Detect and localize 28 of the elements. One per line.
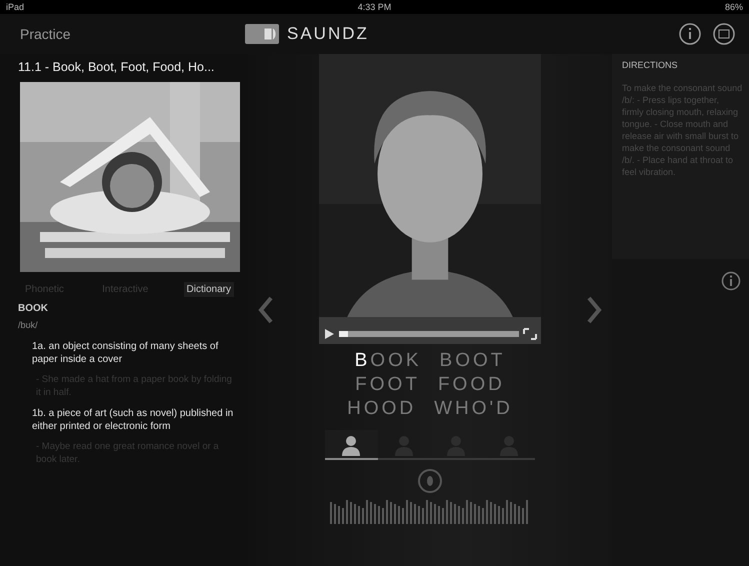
practice-word[interactable]: FOOD <box>438 374 505 396</box>
info-icon[interactable] <box>721 271 741 291</box>
info-icon[interactable] <box>679 23 701 45</box>
record-button-icon[interactable] <box>417 468 443 494</box>
speaker-tab[interactable] <box>325 430 378 460</box>
play-icon[interactable] <box>323 328 335 340</box>
phonetic-text: /bʊk/ <box>18 320 39 330</box>
directions-title: DIRECTIONS <box>622 60 679 70</box>
practice-word[interactable]: WHO'D <box>434 398 513 420</box>
practice-word[interactable]: BOOK <box>354 350 422 372</box>
logo-text: SAUNDZ <box>287 24 369 44</box>
tab[interactable]: Dictionary <box>184 282 234 297</box>
practice-word[interactable]: BOOT <box>440 350 506 372</box>
carrier: iPad <box>6 2 24 12</box>
back-link[interactable]: Practice <box>20 26 245 42</box>
fullscreen-icon[interactable] <box>523 328 537 340</box>
definition-text: 1b. a piece of art (such as novel) published in either printed or electronic form <box>32 407 234 433</box>
practice-word[interactable]: FOOT <box>355 374 420 396</box>
practice-word[interactable]: HOOD <box>347 398 416 420</box>
speaker-logo-icon <box>245 24 279 44</box>
definition-text: 1a. an object consisting of many sheets of paper inside a cover <box>32 340 220 366</box>
entry-word: BOOK <box>18 303 49 314</box>
person-icon <box>340 434 362 456</box>
progress-track[interactable] <box>339 331 519 337</box>
battery-level: 86% <box>724 2 743 12</box>
menu-icon[interactable] <box>713 23 735 45</box>
lesson-title: 11.1 - Book, Boot, Foot, Food, Ho... <box>18 60 216 74</box>
clock: 4:33 PM <box>358 2 392 12</box>
